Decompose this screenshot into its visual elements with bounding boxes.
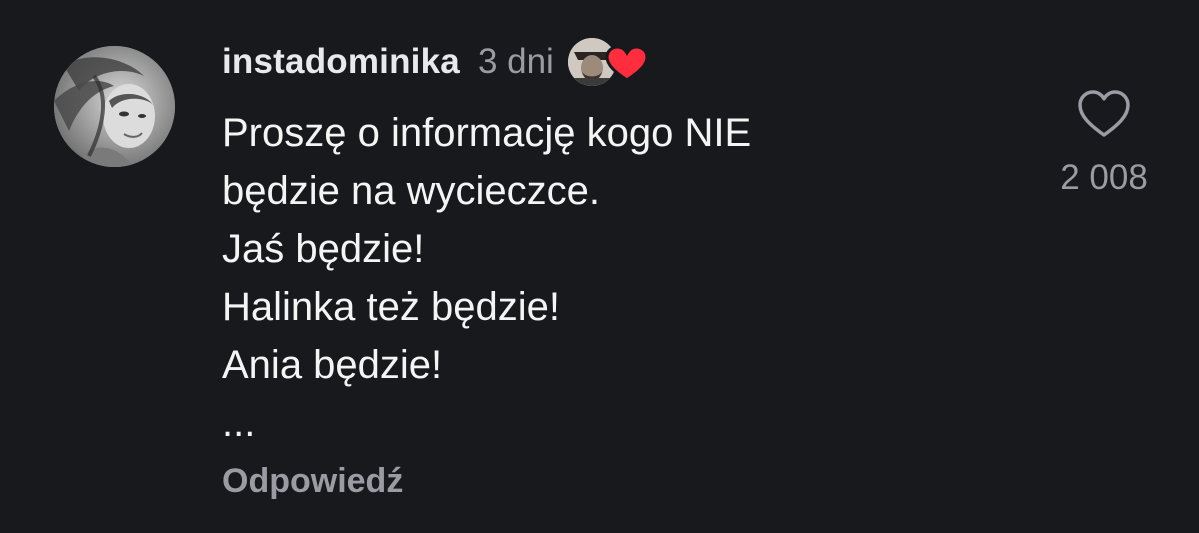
reply-button[interactable]: Odpowiedź bbox=[222, 462, 403, 501]
comment-line: Jaś będzie! bbox=[222, 227, 425, 271]
like-column: 2 008 bbox=[1040, 88, 1168, 198]
comment-header: instadominika 3 dni bbox=[222, 38, 649, 86]
avatar-photo bbox=[54, 46, 175, 167]
comment-line: Proszę o informację kogo NIE bbox=[222, 111, 752, 155]
comment-time: 3 dni bbox=[477, 42, 554, 81]
like-count: 2 008 bbox=[1060, 158, 1148, 197]
comment-truncation-ellipsis[interactable]: ... bbox=[222, 394, 982, 452]
heart-filled-icon bbox=[605, 45, 649, 83]
comment-line: będzie na wycieczce. bbox=[222, 169, 600, 213]
comment: instadominika 3 dni Proszę o informację … bbox=[0, 0, 1199, 533]
avatar[interactable] bbox=[54, 46, 175, 167]
comment-line: Ania będzie! bbox=[222, 343, 443, 387]
creator-liked-indicator bbox=[567, 38, 649, 86]
comment-body: Proszę o informację kogo NIE będzie na w… bbox=[222, 104, 982, 452]
heart-outline-icon[interactable] bbox=[1076, 88, 1132, 140]
comment-line: Halinka też będzie! bbox=[222, 285, 560, 329]
username[interactable]: instadominika bbox=[222, 42, 460, 82]
